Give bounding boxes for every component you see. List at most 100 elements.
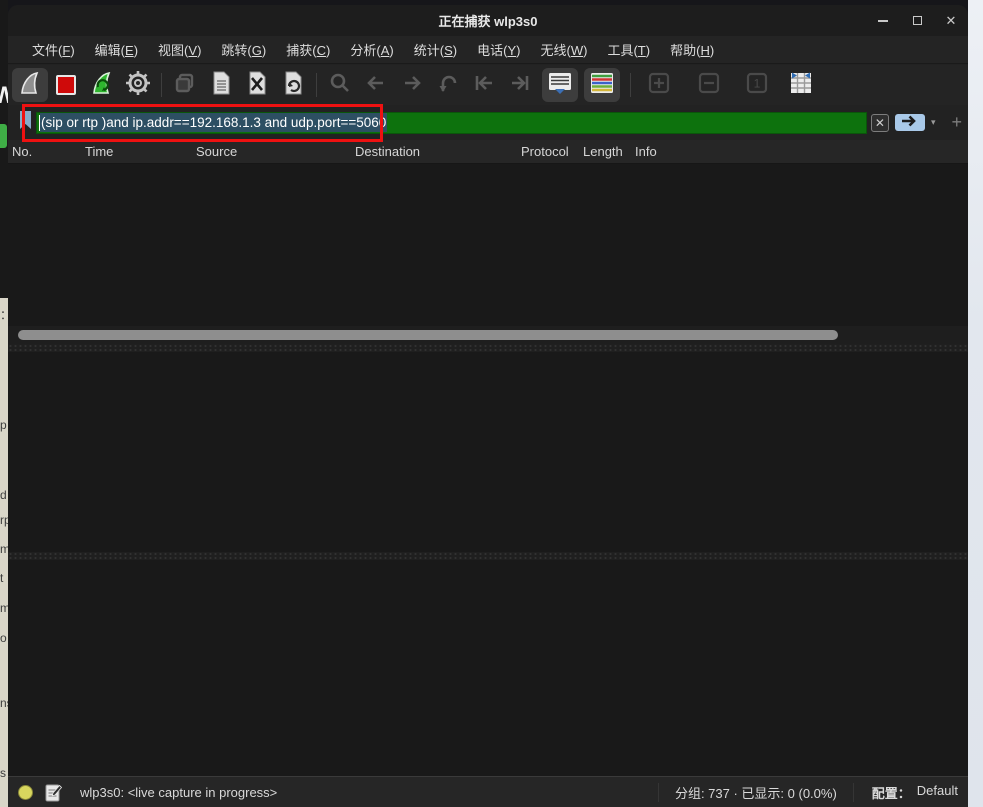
- horizontal-scrollbar: [8, 326, 968, 344]
- status-bar: wlp3s0: <live capture in progress> 分组: 7…: [8, 776, 968, 807]
- save-file-icon: [209, 70, 233, 101]
- colorize-button[interactable]: [584, 68, 620, 102]
- expert-info-icon[interactable]: [18, 785, 33, 800]
- column-no[interactable]: No.: [12, 144, 85, 159]
- column-time[interactable]: Time: [85, 144, 196, 159]
- main-toolbar: 1: [8, 65, 968, 105]
- arrow-bar-right-icon: [508, 71, 532, 100]
- close-icon[interactable]: ✕: [944, 14, 958, 28]
- background-letter: t: [0, 571, 3, 585]
- column-length[interactable]: Length: [583, 144, 635, 159]
- packets-summary: 分组: 737 · 已显示: 0 (0.0%): [658, 783, 854, 802]
- titlebar[interactable]: 正在捕获 wlp3s0 ✕: [8, 5, 968, 36]
- window-controls: ✕: [876, 5, 958, 36]
- profile-value: Default: [917, 783, 958, 802]
- pane-splitter[interactable]: [8, 552, 968, 560]
- menu-tools[interactable]: 工具(T): [597, 37, 660, 62]
- capture-comment-icon[interactable]: [45, 783, 62, 802]
- open-file-icon: [173, 71, 197, 100]
- packet-list-pane: [8, 164, 968, 326]
- filter-controls: ✕ ▾ +: [871, 112, 962, 133]
- background-page-edge: ： p d rp m t m o ns s: [0, 298, 8, 807]
- profile-label: 配置：: [872, 783, 911, 802]
- menu-capture[interactable]: 捕获(C): [276, 37, 340, 62]
- go-first-button[interactable]: [466, 68, 502, 102]
- auto-scroll-icon: [547, 71, 573, 100]
- zoom-in-icon: [648, 72, 670, 99]
- stop-capture-button[interactable]: [48, 68, 84, 102]
- colorize-icon: [589, 71, 615, 100]
- minimize-icon[interactable]: [876, 14, 890, 28]
- go-next-button[interactable]: [394, 68, 430, 102]
- shark-fin-icon: [17, 70, 43, 101]
- column-info[interactable]: Info: [635, 144, 968, 159]
- capture-status-text: wlp3s0: <live capture in progress>: [80, 785, 277, 800]
- background-letter: p: [0, 418, 7, 432]
- packet-details-pane: [8, 352, 968, 552]
- close-file-icon: [245, 70, 269, 101]
- background-window-left-edge: W ： p d rp m t m o ns s: [0, 0, 8, 807]
- close-file-button[interactable]: [239, 68, 275, 102]
- clear-filter-icon[interactable]: ✕: [871, 114, 889, 132]
- background-letter: m: [0, 542, 8, 556]
- resize-columns-icon: [788, 71, 814, 100]
- background-letter: m: [0, 601, 8, 615]
- restart-fin-icon: [89, 70, 115, 101]
- restart-capture-button[interactable]: [84, 68, 120, 102]
- background-letter: W: [0, 82, 8, 110]
- packet-bytes-pane: [8, 560, 968, 776]
- menu-go[interactable]: 跳转(G): [211, 37, 276, 62]
- toolbar-separator: [316, 73, 317, 97]
- filter-dropdown-icon[interactable]: ▾: [931, 117, 936, 128]
- open-file-button[interactable]: [167, 68, 203, 102]
- resize-columns-button[interactable]: [783, 68, 819, 102]
- add-filter-button-icon[interactable]: +: [951, 112, 962, 133]
- profile-selector[interactable]: 配置： Default: [854, 783, 958, 802]
- column-destination[interactable]: Destination: [355, 144, 521, 159]
- arrow-left-icon: [364, 71, 388, 100]
- find-packet-button[interactable]: [322, 68, 358, 102]
- start-capture-button[interactable]: [12, 68, 48, 102]
- apply-arrow-icon: [900, 114, 920, 132]
- menu-file[interactable]: 文件(F): [22, 37, 85, 62]
- background-green-icon: [0, 124, 7, 148]
- stop-icon: [56, 75, 76, 95]
- background-letter: rp: [0, 513, 8, 527]
- pane-splitter[interactable]: [8, 344, 968, 352]
- zoom-in-button[interactable]: [641, 68, 677, 102]
- go-last-button[interactable]: [502, 68, 538, 102]
- toolbar-separator: [161, 73, 162, 97]
- menu-help[interactable]: 帮助(H): [660, 37, 724, 62]
- scrollbar-thumb[interactable]: [18, 330, 838, 340]
- curved-arrow-icon: [436, 71, 460, 100]
- background-letter: o: [0, 631, 7, 645]
- capture-options-button[interactable]: [120, 68, 156, 102]
- column-protocol[interactable]: Protocol: [521, 144, 583, 159]
- arrow-bar-left-icon: [472, 71, 496, 100]
- gear-icon: [125, 70, 151, 101]
- apply-filter-button[interactable]: [895, 114, 925, 131]
- menu-edit[interactable]: 编辑(E): [85, 37, 148, 62]
- background-letter: s: [0, 766, 6, 780]
- menu-wireless[interactable]: 无线(W): [530, 37, 597, 62]
- maximize-icon[interactable]: [910, 14, 924, 28]
- go-previous-button[interactable]: [358, 68, 394, 102]
- packet-list-header: No. Time Source Destination Protocol Len…: [8, 140, 968, 164]
- annotation-red-box: [22, 104, 383, 142]
- menu-view[interactable]: 视图(V): [148, 37, 211, 62]
- save-file-button[interactable]: [203, 68, 239, 102]
- go-to-packet-button[interactable]: [430, 68, 466, 102]
- reload-file-button[interactable]: [275, 68, 311, 102]
- auto-scroll-button[interactable]: [542, 68, 578, 102]
- menu-statistics[interactable]: 统计(S): [404, 37, 467, 62]
- reload-file-icon: [281, 70, 305, 101]
- menu-analyze[interactable]: 分析(A): [340, 37, 403, 62]
- toolbar-separator: [630, 73, 631, 97]
- window-title: 正在捕获 wlp3s0: [439, 11, 538, 30]
- column-source[interactable]: Source: [196, 144, 355, 159]
- normal-size-button[interactable]: 1: [739, 68, 775, 102]
- menu-telephony[interactable]: 电话(Y): [467, 37, 530, 62]
- zoom-out-button[interactable]: [691, 68, 727, 102]
- background-letter: ：: [0, 306, 8, 323]
- menubar: 文件(F) 编辑(E) 视图(V) 跳转(G) 捕获(C) 分析(A) 统计(S…: [8, 36, 968, 64]
